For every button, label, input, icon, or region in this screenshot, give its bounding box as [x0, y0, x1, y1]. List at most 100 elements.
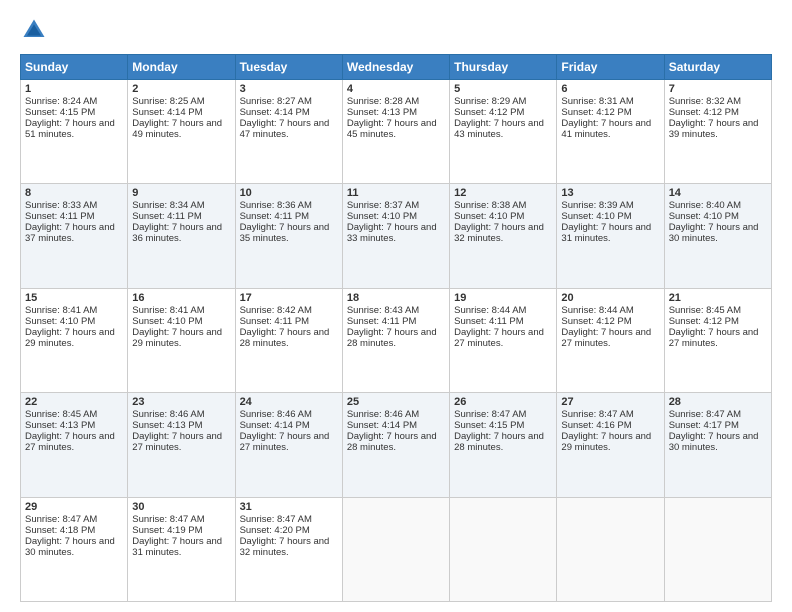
- day-number: 8: [25, 187, 123, 199]
- sunrise-label: Sunrise: 8:45 AM: [25, 409, 97, 420]
- day-number: 25: [347, 396, 445, 408]
- sunset-label: Sunset: 4:10 PM: [132, 316, 202, 327]
- day-number: 7: [669, 83, 767, 95]
- calendar-cell: 2Sunrise: 8:25 AMSunset: 4:14 PMDaylight…: [128, 80, 235, 184]
- day-number: 22: [25, 396, 123, 408]
- calendar-cell: 31Sunrise: 8:47 AMSunset: 4:20 PMDayligh…: [235, 497, 342, 601]
- day-number: 17: [240, 292, 338, 304]
- day-number: 9: [132, 187, 230, 199]
- daylight-label: Daylight: 7 hours and 49 minutes.: [132, 118, 222, 140]
- day-number: 12: [454, 187, 552, 199]
- calendar-cell: 1Sunrise: 8:24 AMSunset: 4:15 PMDaylight…: [21, 80, 128, 184]
- sunset-label: Sunset: 4:19 PM: [132, 525, 202, 536]
- day-header: Friday: [557, 55, 664, 80]
- sunrise-label: Sunrise: 8:47 AM: [132, 514, 204, 525]
- calendar-cell: 13Sunrise: 8:39 AMSunset: 4:10 PMDayligh…: [557, 184, 664, 288]
- calendar-cell: 27Sunrise: 8:47 AMSunset: 4:16 PMDayligh…: [557, 393, 664, 497]
- sunrise-label: Sunrise: 8:47 AM: [25, 514, 97, 525]
- calendar-cell: 20Sunrise: 8:44 AMSunset: 4:12 PMDayligh…: [557, 288, 664, 392]
- daylight-label: Daylight: 7 hours and 27 minutes.: [561, 327, 651, 349]
- calendar-cell: 14Sunrise: 8:40 AMSunset: 4:10 PMDayligh…: [664, 184, 771, 288]
- page: SundayMondayTuesdayWednesdayThursdayFrid…: [0, 0, 792, 612]
- sunset-label: Sunset: 4:10 PM: [454, 211, 524, 222]
- sunrise-label: Sunrise: 8:45 AM: [669, 305, 741, 316]
- sunrise-label: Sunrise: 8:46 AM: [347, 409, 419, 420]
- day-number: 13: [561, 187, 659, 199]
- day-header: Monday: [128, 55, 235, 80]
- calendar-cell: 15Sunrise: 8:41 AMSunset: 4:10 PMDayligh…: [21, 288, 128, 392]
- daylight-label: Daylight: 7 hours and 51 minutes.: [25, 118, 115, 140]
- day-number: 20: [561, 292, 659, 304]
- sunset-label: Sunset: 4:10 PM: [561, 211, 631, 222]
- daylight-label: Daylight: 7 hours and 29 minutes.: [561, 431, 651, 453]
- day-header: Thursday: [450, 55, 557, 80]
- calendar-cell: 22Sunrise: 8:45 AMSunset: 4:13 PMDayligh…: [21, 393, 128, 497]
- sunrise-label: Sunrise: 8:41 AM: [132, 305, 204, 316]
- sunrise-label: Sunrise: 8:25 AM: [132, 96, 204, 107]
- day-number: 21: [669, 292, 767, 304]
- day-number: 27: [561, 396, 659, 408]
- day-number: 11: [347, 187, 445, 199]
- daylight-label: Daylight: 7 hours and 28 minutes.: [347, 327, 437, 349]
- day-number: 29: [25, 501, 123, 513]
- sunset-label: Sunset: 4:14 PM: [347, 420, 417, 431]
- daylight-label: Daylight: 7 hours and 41 minutes.: [561, 118, 651, 140]
- sunrise-label: Sunrise: 8:44 AM: [561, 305, 633, 316]
- calendar-cell: [342, 497, 449, 601]
- sunset-label: Sunset: 4:11 PM: [240, 316, 310, 327]
- daylight-label: Daylight: 7 hours and 39 minutes.: [669, 118, 759, 140]
- day-number: 30: [132, 501, 230, 513]
- calendar-header-row: SundayMondayTuesdayWednesdayThursdayFrid…: [21, 55, 772, 80]
- calendar-week-row: 8Sunrise: 8:33 AMSunset: 4:11 PMDaylight…: [21, 184, 772, 288]
- calendar-cell: [450, 497, 557, 601]
- sunrise-label: Sunrise: 8:47 AM: [561, 409, 633, 420]
- calendar-body: 1Sunrise: 8:24 AMSunset: 4:15 PMDaylight…: [21, 80, 772, 602]
- calendar-cell: 5Sunrise: 8:29 AMSunset: 4:12 PMDaylight…: [450, 80, 557, 184]
- daylight-label: Daylight: 7 hours and 33 minutes.: [347, 222, 437, 244]
- sunset-label: Sunset: 4:14 PM: [132, 107, 202, 118]
- sunrise-label: Sunrise: 8:38 AM: [454, 200, 526, 211]
- calendar-cell: 17Sunrise: 8:42 AMSunset: 4:11 PMDayligh…: [235, 288, 342, 392]
- daylight-label: Daylight: 7 hours and 35 minutes.: [240, 222, 330, 244]
- daylight-label: Daylight: 7 hours and 27 minutes.: [240, 431, 330, 453]
- sunrise-label: Sunrise: 8:44 AM: [454, 305, 526, 316]
- sunrise-label: Sunrise: 8:47 AM: [454, 409, 526, 420]
- calendar-cell: 21Sunrise: 8:45 AMSunset: 4:12 PMDayligh…: [664, 288, 771, 392]
- daylight-label: Daylight: 7 hours and 36 minutes.: [132, 222, 222, 244]
- daylight-label: Daylight: 7 hours and 30 minutes.: [669, 222, 759, 244]
- calendar-cell: 24Sunrise: 8:46 AMSunset: 4:14 PMDayligh…: [235, 393, 342, 497]
- sunset-label: Sunset: 4:11 PM: [25, 211, 95, 222]
- sunrise-label: Sunrise: 8:27 AM: [240, 96, 312, 107]
- calendar-cell: 9Sunrise: 8:34 AMSunset: 4:11 PMDaylight…: [128, 184, 235, 288]
- sunrise-label: Sunrise: 8:46 AM: [240, 409, 312, 420]
- daylight-label: Daylight: 7 hours and 28 minutes.: [347, 431, 437, 453]
- daylight-label: Daylight: 7 hours and 30 minutes.: [25, 536, 115, 558]
- daylight-label: Daylight: 7 hours and 37 minutes.: [25, 222, 115, 244]
- sunset-label: Sunset: 4:14 PM: [240, 420, 310, 431]
- calendar-cell: 6Sunrise: 8:31 AMSunset: 4:12 PMDaylight…: [557, 80, 664, 184]
- sunset-label: Sunset: 4:13 PM: [25, 420, 95, 431]
- calendar-cell: 25Sunrise: 8:46 AMSunset: 4:14 PMDayligh…: [342, 393, 449, 497]
- day-number: 31: [240, 501, 338, 513]
- sunrise-label: Sunrise: 8:28 AM: [347, 96, 419, 107]
- calendar-week-row: 22Sunrise: 8:45 AMSunset: 4:13 PMDayligh…: [21, 393, 772, 497]
- logo: [20, 16, 52, 44]
- day-number: 16: [132, 292, 230, 304]
- sunrise-label: Sunrise: 8:36 AM: [240, 200, 312, 211]
- sunset-label: Sunset: 4:10 PM: [25, 316, 95, 327]
- day-number: 2: [132, 83, 230, 95]
- calendar-cell: 19Sunrise: 8:44 AMSunset: 4:11 PMDayligh…: [450, 288, 557, 392]
- day-number: 1: [25, 83, 123, 95]
- sunrise-label: Sunrise: 8:39 AM: [561, 200, 633, 211]
- calendar-cell: 7Sunrise: 8:32 AMSunset: 4:12 PMDaylight…: [664, 80, 771, 184]
- sunset-label: Sunset: 4:11 PM: [240, 211, 310, 222]
- sunrise-label: Sunrise: 8:42 AM: [240, 305, 312, 316]
- daylight-label: Daylight: 7 hours and 29 minutes.: [132, 327, 222, 349]
- sunset-label: Sunset: 4:11 PM: [132, 211, 202, 222]
- sunrise-label: Sunrise: 8:47 AM: [669, 409, 741, 420]
- sunset-label: Sunset: 4:15 PM: [25, 107, 95, 118]
- daylight-label: Daylight: 7 hours and 28 minutes.: [240, 327, 330, 349]
- sunrise-label: Sunrise: 8:34 AM: [132, 200, 204, 211]
- sunset-label: Sunset: 4:12 PM: [561, 316, 631, 327]
- daylight-label: Daylight: 7 hours and 27 minutes.: [25, 431, 115, 453]
